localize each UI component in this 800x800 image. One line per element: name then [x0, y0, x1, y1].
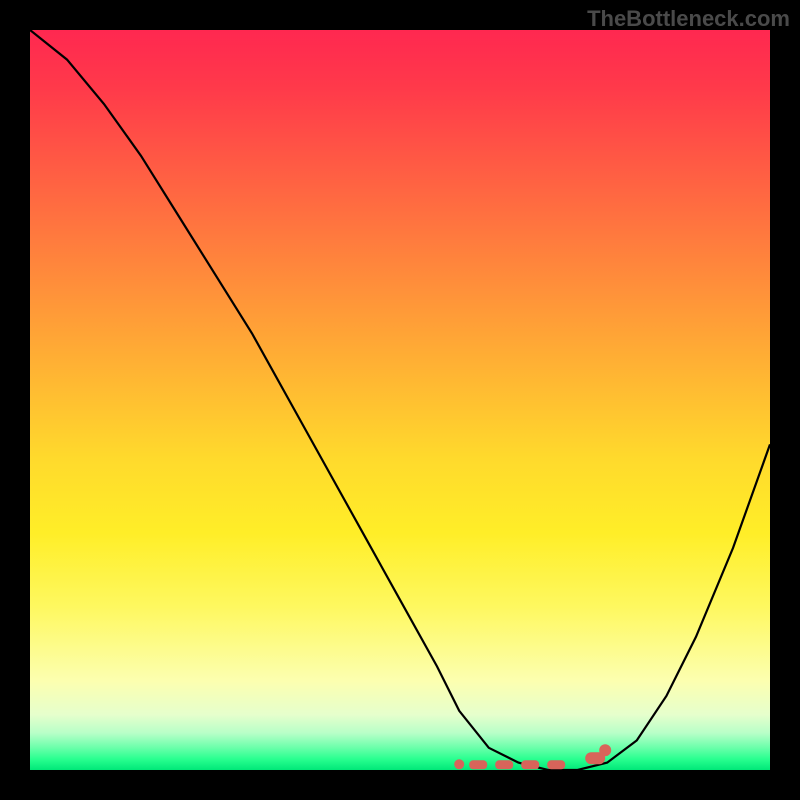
- bottleneck-chart-svg: [30, 30, 770, 770]
- bottleneck-curve-line: [30, 30, 770, 770]
- chart-plot-area: [30, 30, 770, 770]
- watermark-text: TheBottleneck.com: [587, 6, 790, 32]
- optimal-range-markers: [454, 744, 611, 769]
